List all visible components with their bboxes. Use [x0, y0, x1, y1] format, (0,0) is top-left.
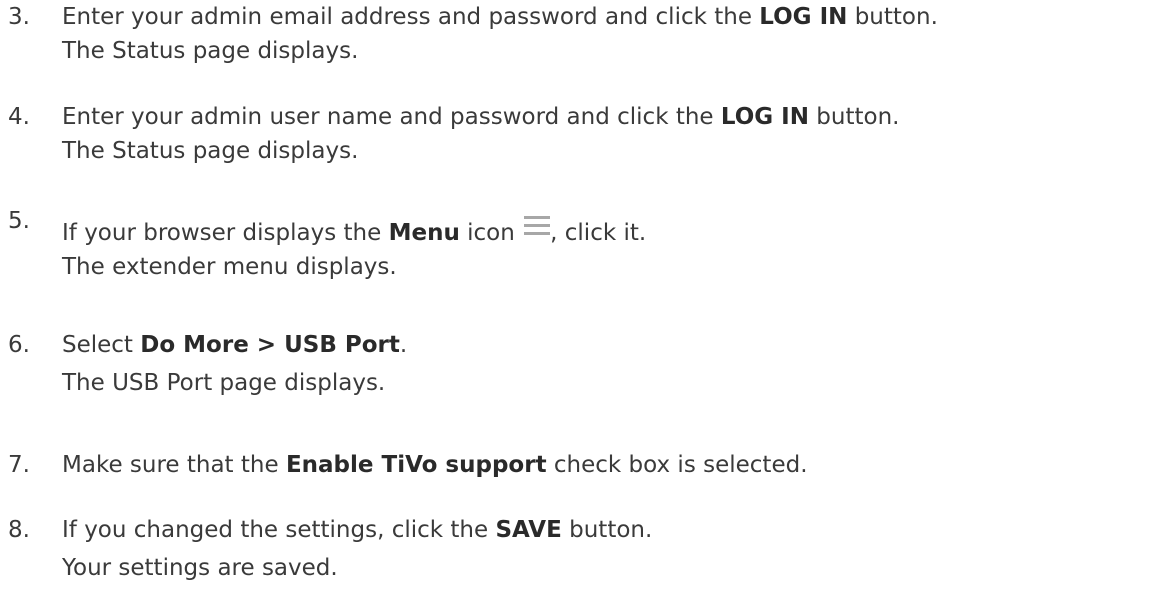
step-result: The extender menu displays. — [62, 254, 397, 280]
instruction-text: If you changed the settings, click the — [62, 517, 496, 543]
step-result: The Status page displays. — [62, 138, 359, 164]
instruction-text: If your browser displays the — [62, 220, 389, 246]
instruction-text: button. — [847, 4, 938, 30]
instruction-text: button. — [809, 104, 900, 130]
ui-term-save: SAVE — [495, 517, 562, 543]
instruction-text: . — [399, 332, 408, 358]
step-instruction: Enter your admin user name and password … — [62, 100, 899, 134]
step-instruction: If you changed the settings, click the S… — [62, 513, 652, 547]
step-instruction: Make sure that the Enable TiVo support c… — [62, 448, 808, 482]
step-result: The USB Port page displays. — [62, 370, 386, 396]
ui-term-menu: Menu — [388, 220, 460, 246]
step-number: 7. — [8, 452, 30, 478]
instruction-text: Select — [62, 332, 141, 358]
step-instruction: If your browser displays the Menu icon ,… — [62, 216, 646, 250]
step-result: The Status page displays. — [62, 38, 359, 64]
step-number: 3. — [8, 4, 30, 30]
ui-term-log-in: LOG IN — [759, 4, 848, 30]
ui-term-enable-tivo-support: Enable TiVo support — [285, 452, 547, 478]
step-number: 6. — [8, 332, 30, 358]
instruction-text: Enter your admin user name and password … — [62, 104, 721, 130]
instruction-text: Make sure that the — [62, 452, 286, 478]
step-instruction: Select Do More > USB Port. — [62, 328, 407, 362]
ui-term-log-in: LOG IN — [720, 104, 809, 130]
instruction-text: , click it. — [550, 220, 647, 246]
instruction-text: button. — [561, 517, 653, 543]
step-result: Your settings are saved. — [62, 555, 338, 581]
menu-icon — [524, 216, 551, 236]
instruction-text: icon — [459, 220, 523, 246]
step-number: 8. — [8, 517, 30, 543]
instruction-text: check box is selected. — [546, 452, 808, 478]
step-number: 4. — [8, 104, 30, 130]
ui-term-do-more-usb-port: Do More > USB Port — [140, 332, 400, 358]
step-instruction: Enter your admin email address and passw… — [62, 0, 938, 34]
instruction-text: Enter your admin email address and passw… — [62, 4, 760, 30]
step-number: 5. — [8, 208, 30, 234]
